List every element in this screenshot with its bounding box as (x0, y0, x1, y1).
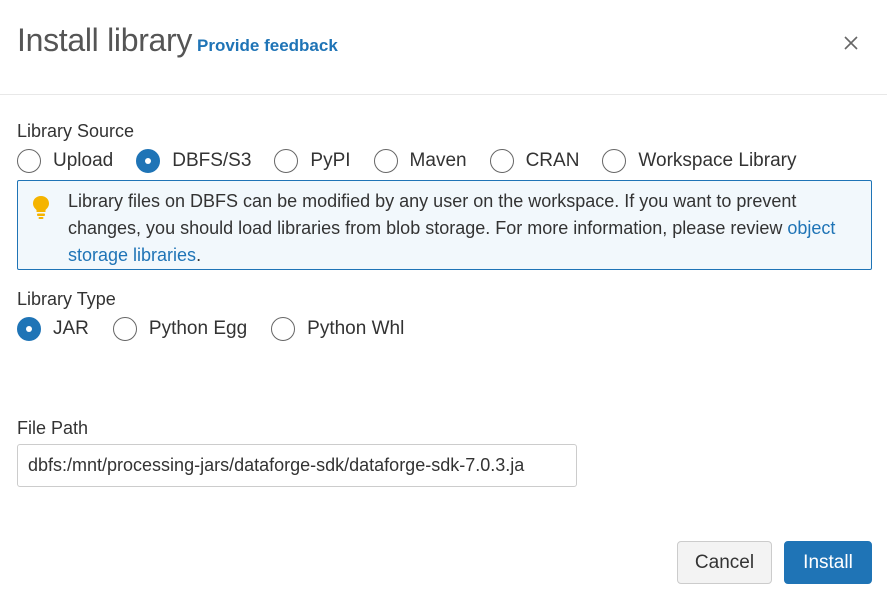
radio-button-icon[interactable] (274, 149, 299, 173)
dialog-header: Install library Provide feedback (0, 0, 887, 95)
source-option-cran[interactable]: CRAN (489, 149, 580, 173)
radio-button-icon[interactable] (112, 317, 137, 341)
cancel-button[interactable]: Cancel (677, 541, 772, 584)
dialog-title: Install library (17, 22, 193, 58)
source-option-dbfs-s3[interactable]: DBFS/S3 (136, 149, 251, 173)
radio-button-checked-icon[interactable] (17, 317, 41, 341)
radio-label: CRAN (525, 150, 580, 171)
file-path-input[interactable] (17, 444, 577, 487)
library-source-options: Upload DBFS/S3 PyPI Maven CRAN Workspace… (17, 148, 796, 174)
radio-label: PyPI (310, 150, 351, 171)
radio-button-icon[interactable] (602, 149, 627, 173)
radio-label: Maven (409, 150, 467, 171)
source-option-maven[interactable]: Maven (373, 149, 467, 173)
close-button[interactable] (838, 30, 864, 56)
notice-suffix: . (196, 245, 202, 265)
radio-label: DBFS/S3 (172, 150, 252, 171)
radio-label: Python Whl (307, 318, 405, 339)
radio-button-icon[interactable] (271, 317, 296, 341)
provide-feedback-link[interactable]: Provide feedback (197, 36, 338, 56)
radio-label: Python Egg (148, 318, 248, 339)
lightbulb-icon (33, 196, 49, 219)
dbfs-warning-notice: Library files on DBFS can be modified by… (17, 180, 872, 270)
source-option-workspace-library[interactable]: Workspace Library (602, 149, 796, 173)
install-button[interactable]: Install (784, 541, 872, 584)
library-type-options: JAR Python Egg Python Whl (17, 316, 404, 342)
file-path-label: File Path (17, 418, 89, 438)
type-option-python-egg[interactable]: Python Egg (112, 317, 248, 341)
radio-button-icon[interactable] (489, 149, 514, 173)
close-icon (844, 36, 858, 50)
library-type-label: Library Type (17, 289, 116, 309)
source-option-upload[interactable]: Upload (17, 149, 113, 173)
radio-button-icon[interactable] (17, 149, 41, 173)
radio-label: Upload (53, 150, 114, 171)
radio-label: JAR (53, 318, 89, 339)
radio-button-checked-icon[interactable] (136, 149, 161, 173)
radio-label: Workspace Library (638, 150, 797, 171)
type-option-python-whl[interactable]: Python Whl (271, 317, 404, 341)
notice-text: Library files on DBFS can be modified by… (68, 191, 797, 238)
library-source-label: Library Source (17, 121, 135, 141)
source-option-pypi[interactable]: PyPI (274, 149, 351, 173)
notice-message: Library files on DBFS can be modified by… (68, 188, 863, 269)
radio-button-icon[interactable] (373, 149, 398, 173)
type-option-jar[interactable]: JAR (17, 317, 89, 341)
